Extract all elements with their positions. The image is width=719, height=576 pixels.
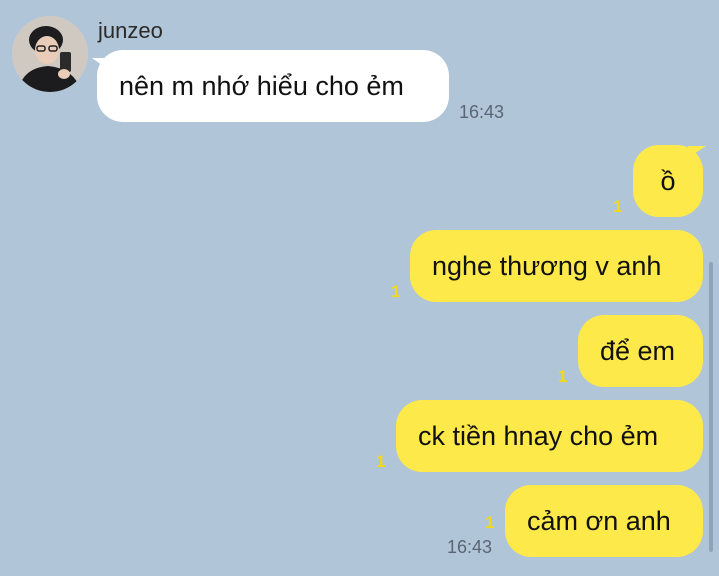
outgoing-message-bubble[interactable]: để em — [578, 315, 703, 387]
outgoing-message-bubble[interactable]: nghe thương v anh — [410, 230, 703, 302]
incoming-message-bubble[interactable]: nên m nhớ hiểu cho ẻm — [97, 50, 449, 122]
outgoing-message-bubble[interactable]: cảm ơn anh — [505, 485, 703, 557]
outgoing-message-bubble[interactable]: ồ — [633, 145, 703, 217]
outgoing-message-time: 16:43 — [447, 537, 493, 557]
incoming-message-time: 16:43 — [459, 102, 505, 122]
unread-count: 1 — [376, 452, 386, 471]
chat-scrollbar[interactable] — [709, 262, 713, 552]
sender-avatar[interactable] — [12, 16, 88, 92]
unread-count: 1 — [485, 513, 495, 532]
profile-photo-icon — [12, 16, 88, 92]
unread-count: 1 — [613, 197, 623, 216]
sender-name: junzeo — [98, 18, 163, 43]
outgoing-message-bubble[interactable]: ck tiền hnay cho ẻm — [396, 400, 703, 472]
unread-count: 1 — [391, 282, 401, 301]
unread-count: 1 — [558, 367, 568, 386]
